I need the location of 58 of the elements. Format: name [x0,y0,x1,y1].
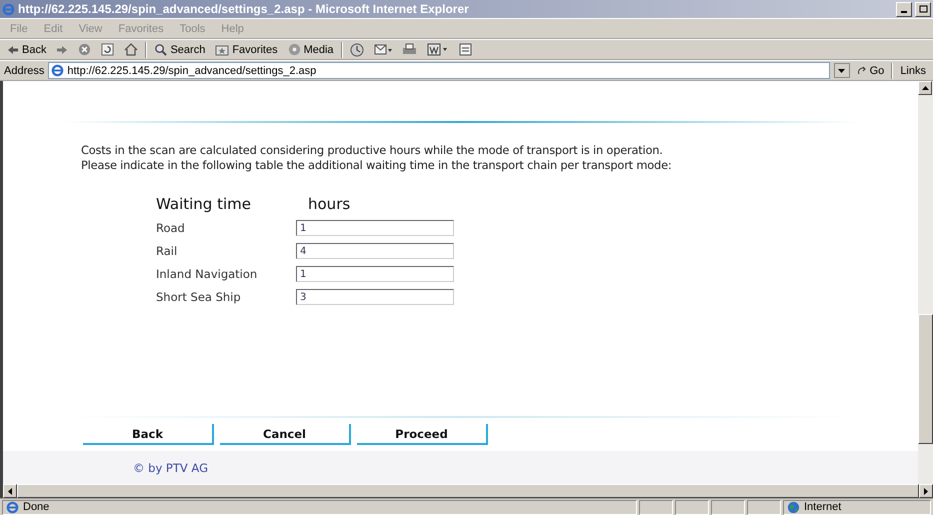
intro-text: Costs in the scan are calculated considering productive hours while the mode of transport is in operation. [81,143,664,158]
status-panel [675,500,709,514]
go-button[interactable]: Go [854,64,888,76]
horizontal-scrollbar[interactable] [0,484,933,498]
printer-icon [402,43,417,56]
notepad-icon [458,43,472,56]
intro-text: Please indicate in the following table the additional waiting time in the transport chain per transport mode: [81,158,673,173]
search-icon [154,43,168,56]
address-field[interactable]: http://62.225.145.29/spin_advanced/settings_2.asp [48,62,830,79]
favorites-button[interactable]: Favorites [212,44,281,56]
media-icon [288,43,301,56]
maximize-icon [918,5,928,13]
row-label: Short Sea Ship [156,290,242,304]
status-panel [639,500,673,514]
browser-logo-icon [2,2,15,16]
stop-icon [78,43,92,56]
caret-left-icon [8,488,12,494]
browser-logo-icon [51,64,64,77]
home-icon [124,43,138,56]
column-header: Waiting time [156,195,252,213]
status-panel [747,500,781,514]
zone-text: Internet [804,501,842,513]
nav-button[interactable]: Back [83,424,214,445]
row-label: Inland Navigation [156,267,258,281]
browser-logo-icon [6,500,19,514]
back-arrow-icon [7,44,19,54]
document-edit-icon [426,43,449,56]
globe-icon [787,500,800,514]
copyright-text: © by PTV AG [133,460,208,474]
caret-down-icon [838,68,846,72]
caret-up-icon [922,86,928,90]
nav-button[interactable]: Cancel [220,424,351,445]
hours-input[interactable]: 1 [296,220,454,236]
refresh-icon [101,43,114,56]
dropdown-button[interactable] [834,63,850,78]
arrow-icon [856,66,867,76]
status-text: Done [23,501,50,513]
status-panel [711,500,745,514]
links-button[interactable]: Links [897,64,929,76]
hours-input[interactable]: 3 [296,289,454,305]
minimize-button[interactable] [896,2,912,16]
clock-icon [350,42,364,56]
mail-icon [374,44,392,56]
back-button[interactable]: Back [4,44,50,56]
forward-arrow-icon [56,44,68,54]
media-button[interactable]: Media [284,43,337,56]
address-label: Address [4,64,44,76]
vertical-scrollbar[interactable] [918,81,933,484]
nav-button[interactable]: Proceed [357,424,488,445]
caret-right-icon [924,488,928,494]
hours-input[interactable]: 1 [296,266,454,282]
search-button[interactable]: Search [151,43,208,56]
row-label: Rail [156,244,178,258]
row-label: Road [156,221,186,235]
column-header: hours [307,195,352,213]
maximize-button[interactable] [915,2,931,16]
hours-input[interactable]: 4 [296,243,454,259]
window-title: http://62.225.145.29/spin_advanced/settings_2.asp - Microsoft Internet Explorer [18,2,470,16]
